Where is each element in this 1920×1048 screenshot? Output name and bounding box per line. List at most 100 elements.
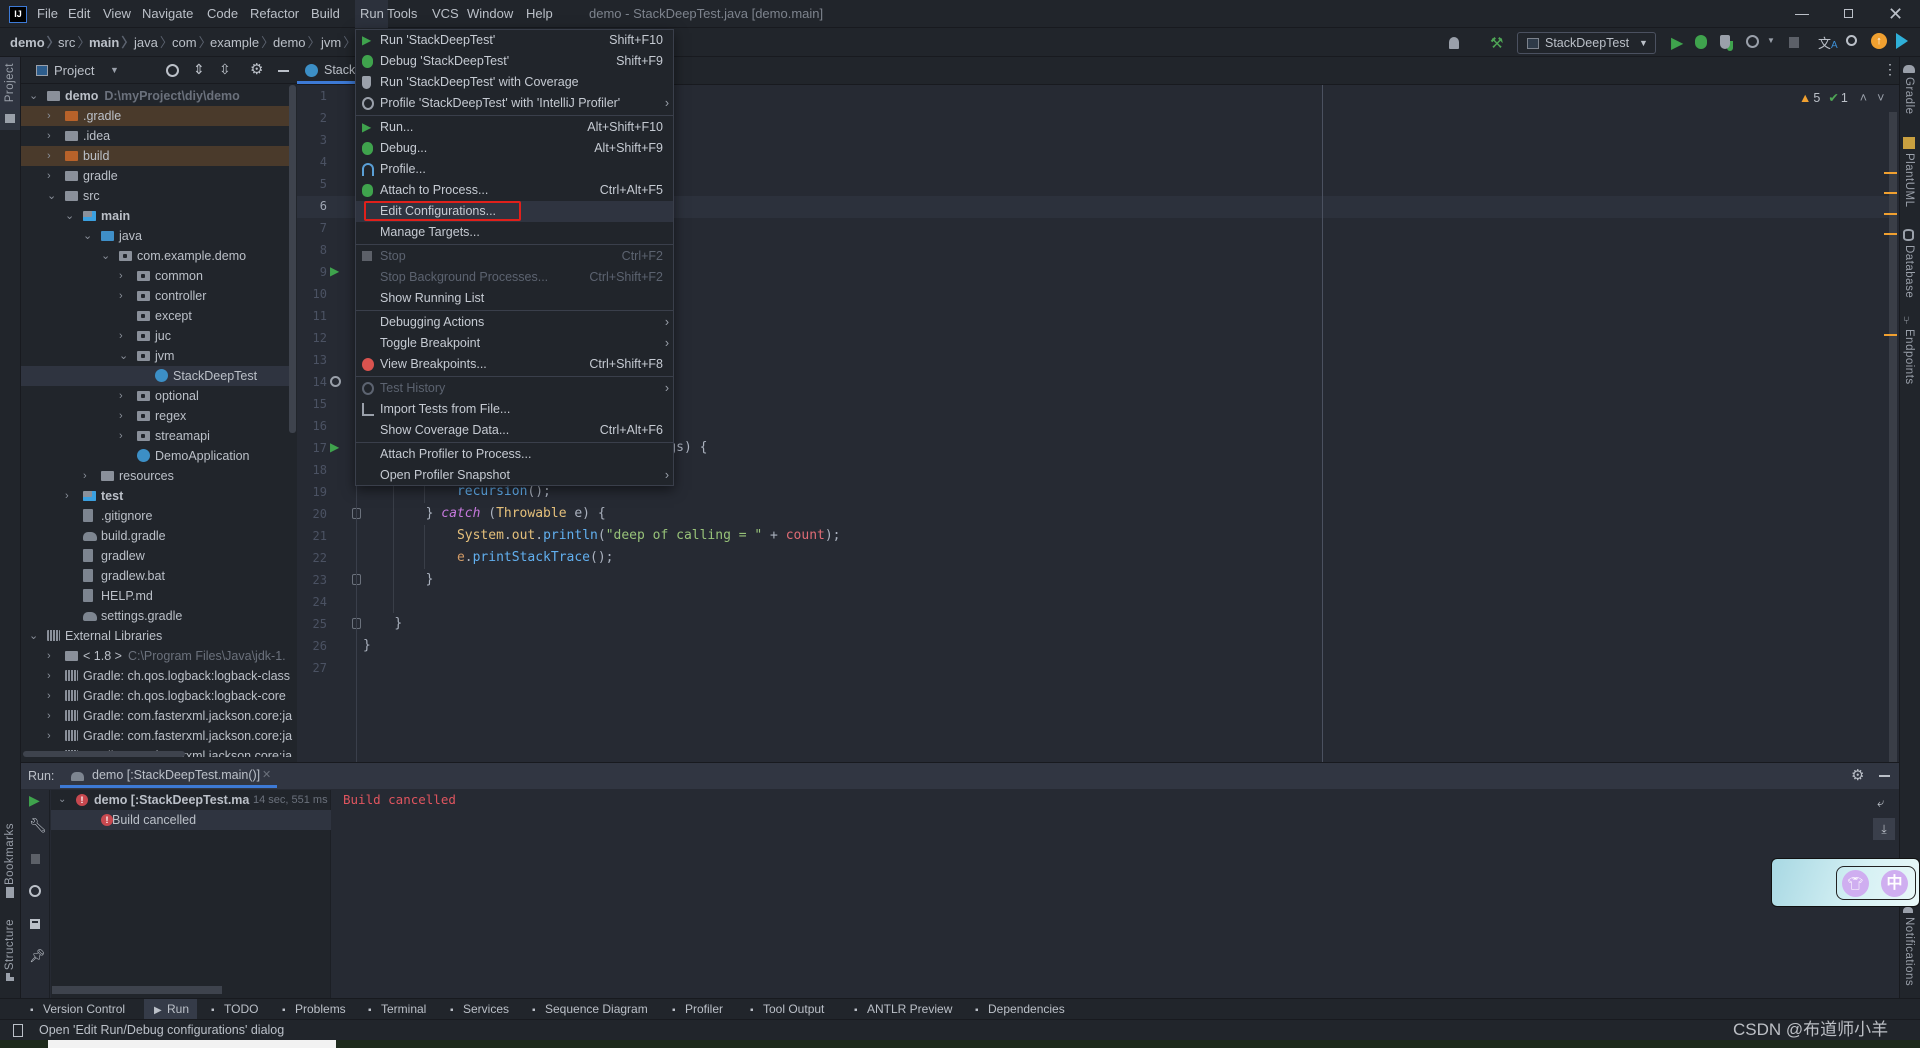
chevron-down-icon[interactable]: ⌄ [29, 626, 38, 646]
menu-item-show-running-list[interactable]: Show Running List [356, 288, 673, 309]
breadcrumb-item[interactable]: main 〉 [89, 28, 134, 57]
menu-edit[interactable]: Edit [68, 0, 90, 28]
tree-item[interactable]: ⌄ src [21, 186, 291, 206]
build-tree-root[interactable]: ⌄ ! demo [:StackDeepTest.ma 14 sec, 551 … [51, 790, 331, 810]
plugin-icon[interactable] [1896, 33, 1908, 49]
profile-dropdown-icon[interactable]: ▼ [1767, 36, 1775, 45]
chevron-right-icon[interactable]: › [119, 286, 123, 306]
chevron-down-icon[interactable]: ⌄ [65, 206, 74, 226]
tool-window-tool-output[interactable]: ▪ Tool Output [748, 999, 824, 1020]
menu-item-run[interactable]: ▶ Run... Alt+Shift+F10 [356, 117, 673, 138]
menu-navigate[interactable]: Navigate [142, 0, 193, 28]
tree-item[interactable]: gradlew.bat [21, 566, 291, 586]
tree-item[interactable]: StackDeepTest [21, 366, 291, 386]
hammer-icon[interactable]: ⚒ [1490, 34, 1503, 52]
chevron-right-icon[interactable]: › [47, 706, 51, 726]
tool-window-todo[interactable]: ▪ TODO [209, 999, 258, 1020]
tree-horizontal-scrollbar[interactable] [23, 751, 185, 757]
tree-item[interactable]: ⌄ java [21, 226, 291, 246]
run-tab[interactable]: demo [:StackDeepTest.main()] ✕ [60, 763, 277, 789]
locate-icon[interactable] [166, 64, 179, 77]
chevron-right-icon[interactable]: › [119, 326, 123, 346]
previous-highlight-icon[interactable]: ˄ [1860, 91, 1867, 105]
gear-icon[interactable]: ⚙ [1851, 766, 1864, 784]
inspection-widget[interactable]: ▲ 5 ✔ 1 ˄ ˅ [1799, 88, 1884, 108]
expand-all-icon[interactable]: ⇕ [193, 61, 205, 78]
rerun-icon[interactable]: ▶ [29, 792, 40, 809]
tool-window-terminal[interactable]: ▪ Terminal [366, 999, 426, 1020]
chevron-right-icon[interactable]: › [65, 486, 69, 506]
tree-item[interactable]: › juc [21, 326, 291, 346]
menu-item-run-stackdeeptest[interactable]: ▶ Run 'StackDeepTest' Shift+F10 [356, 30, 673, 51]
input-mode-icon[interactable]: 中 [1881, 870, 1908, 897]
tool-window-sequence-diagram[interactable]: ▪ Sequence Diagram [530, 999, 648, 1020]
menu-vcs[interactable]: VCS [432, 0, 459, 28]
chevron-right-icon[interactable]: › [47, 686, 51, 706]
menu-window[interactable]: Window [467, 0, 513, 28]
coverage-icon[interactable] [1720, 35, 1730, 49]
tree-vertical-scrollbar[interactable] [289, 85, 296, 433]
menu-run[interactable]: Run [360, 0, 384, 28]
more-tabs-icon[interactable]: ⋮ [1883, 61, 1897, 78]
chevron-down-icon[interactable]: ⌄ [29, 86, 38, 106]
menu-item-manage-targets[interactable]: Manage Targets... [356, 222, 673, 243]
menu-item-open-profiler-snapshot[interactable]: Open Profiler Snapshot › [356, 465, 673, 486]
pin-icon[interactable]: 📌︎ [29, 948, 46, 964]
wrench-icon[interactable]: 🔧︎ [29, 817, 47, 834]
chevron-right-icon[interactable]: › [47, 166, 51, 186]
tree-item[interactable]: › Gradle: com.fasterxml.jackson.core:ja [21, 726, 292, 746]
menu-item-profile[interactable]: Profile... [356, 159, 673, 180]
editor-scrollbar[interactable] [1889, 112, 1897, 762]
chevron-right-icon[interactable]: › [47, 126, 51, 146]
menu-tools[interactable]: Tools [387, 0, 417, 28]
menu-refactor[interactable]: Refactor [250, 0, 299, 28]
tree-item[interactable]: › controller [21, 286, 291, 306]
run-icon[interactable]: ▶ [1671, 33, 1683, 53]
tree-item[interactable]: › build [21, 146, 291, 166]
tool-window-dependencies[interactable]: ▪ Dependencies [973, 999, 1065, 1020]
layout-icon[interactable] [30, 919, 40, 929]
bookmarks-tool-button[interactable]: Bookmarks [0, 817, 20, 902]
user-icon[interactable] [1449, 37, 1459, 49]
stop-icon[interactable] [1789, 37, 1799, 48]
menu-item-debug[interactable]: Debug... Alt+Shift+F9 [356, 138, 673, 159]
gear-icon[interactable]: ⚙ [250, 60, 263, 78]
warning-marker[interactable] [1884, 192, 1897, 194]
tree-item[interactable]: › regex [21, 406, 291, 426]
tree-item[interactable]: › gradle [21, 166, 291, 186]
collapse-all-icon[interactable]: ⇳ [219, 61, 231, 78]
chevron-down-icon[interactable]: ⌄ [119, 346, 128, 366]
gutter-run-icon[interactable]: ▶ [330, 264, 339, 278]
tool-window-profiler[interactable]: ▪ Profiler [670, 999, 723, 1020]
menu-item-show-coverage-data[interactable]: Show Coverage Data... Ctrl+Alt+F6 [356, 420, 673, 441]
eye-icon[interactable] [29, 885, 41, 897]
skin-icon[interactable]: 👕︎ [1842, 870, 1869, 897]
tree-item[interactable]: › Gradle: com.fasterxml.jackson.core:ja [21, 706, 292, 726]
menu-item-toggle-breakpoint[interactable]: Toggle Breakpoint › [356, 333, 673, 354]
menu-item-view-breakpoints[interactable]: View Breakpoints... Ctrl+Shift+F8 [356, 354, 673, 375]
chevron-down-icon[interactable]: ⌄ [58, 790, 66, 810]
run-config-selector[interactable]: StackDeepTest ▼ [1517, 32, 1656, 54]
menu-item-debug-stackdeeptest[interactable]: Debug 'StackDeepTest' Shift+F9 [356, 51, 673, 72]
console-output[interactable]: Build cancelled [332, 790, 1867, 999]
tool-window-run[interactable]: ▶ Run [144, 999, 198, 1020]
menu-item-debugging-actions[interactable]: Debugging Actions › [356, 312, 673, 333]
hide-panel-icon[interactable] [278, 70, 289, 72]
breadcrumb-item[interactable]: jvm 〉 [321, 28, 356, 57]
warning-marker[interactable] [1884, 172, 1897, 174]
plantuml-tool-button[interactable]: PlantUML [1903, 137, 1915, 211]
menu-item-profile-stackdeeptest-with-intellij-profiler[interactable]: Profile 'StackDeepTest' with 'IntelliJ P… [356, 93, 673, 114]
tree-item[interactable]: DemoApplication [21, 446, 291, 466]
next-highlight-icon[interactable]: ˅ [1877, 91, 1884, 105]
tree-item[interactable]: › streamapi [21, 426, 291, 446]
tree-item[interactable]: › common [21, 266, 291, 286]
tree-item[interactable]: › resources [21, 466, 291, 486]
hide-panel-icon[interactable] [1879, 775, 1890, 777]
tool-window-services[interactable]: ▪ Services [448, 999, 509, 1020]
minimize-button[interactable] [1795, 14, 1809, 15]
gradle-tool-button[interactable]: Gradle [1903, 65, 1915, 118]
tree-item[interactable]: › .idea [21, 126, 291, 146]
warning-marker[interactable] [1884, 233, 1897, 235]
chevron-right-icon[interactable]: › [47, 666, 51, 686]
menu-file[interactable]: File [37, 0, 58, 28]
